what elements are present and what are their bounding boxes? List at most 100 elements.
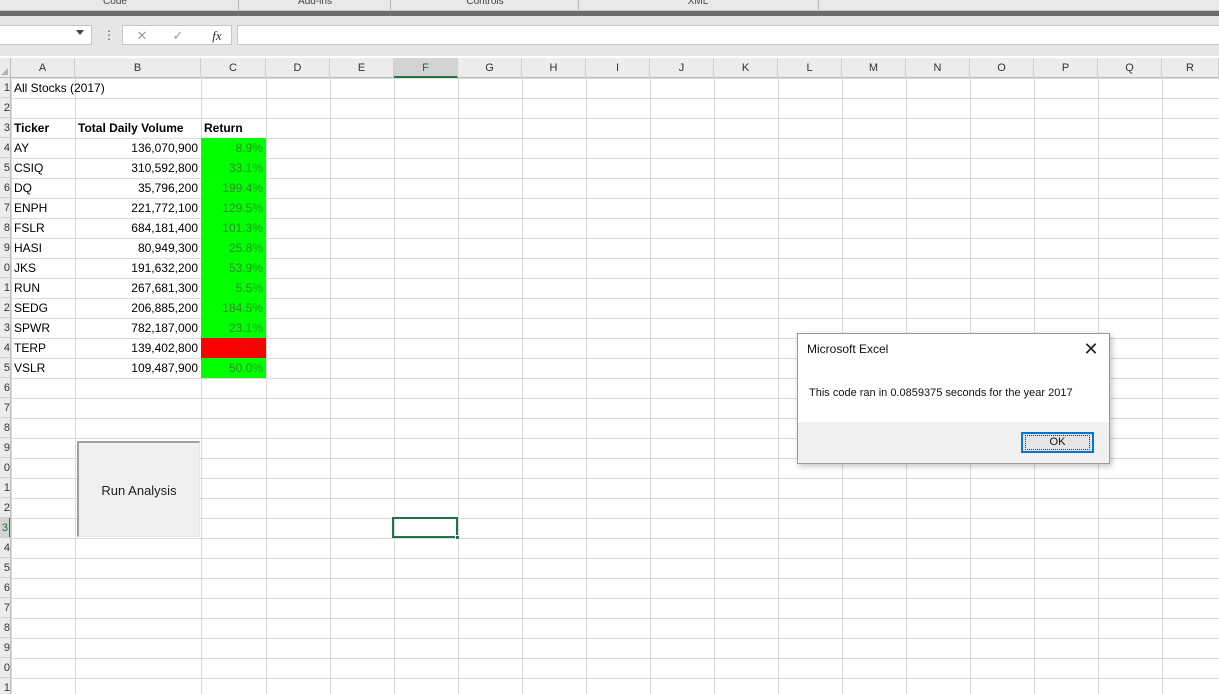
ticker-cell: DQ <box>14 181 32 195</box>
message-dialog: Microsoft Excel ✕ This code ran in 0.085… <box>797 333 1110 464</box>
fill-handle[interactable] <box>455 535 460 540</box>
return-cell-negative: -7.2% <box>201 338 266 358</box>
row-header[interactable]: 2 <box>0 298 10 318</box>
cancel-icon[interactable]: ✕ <box>131 26 153 46</box>
row-header[interactable]: 9 <box>0 438 10 458</box>
row-header[interactable]: 9 <box>0 638 10 658</box>
ticker-cell: CSIQ <box>14 161 44 175</box>
ticker-cell: ENPH <box>14 201 48 215</box>
row-header[interactable]: 6 <box>0 578 10 598</box>
row-header[interactable]: 7 <box>0 198 10 218</box>
column-header-m[interactable]: M <box>842 58 906 78</box>
column-header-r[interactable]: R <box>1162 58 1219 78</box>
row-header[interactable]: 0 <box>0 258 10 278</box>
column-header-b[interactable]: B <box>75 58 201 78</box>
row-header[interactable]: 8 <box>0 618 10 638</box>
row-header[interactable]: 1 <box>0 78 10 98</box>
ribbon-group-controls: Controls <box>466 0 504 7</box>
dialog-message: This code ran in 0.0859375 seconds for t… <box>809 387 1073 399</box>
column-header-j[interactable]: J <box>650 58 714 78</box>
ribbon-group-xml: XML <box>687 0 709 7</box>
return-cell: 101.3% <box>201 218 266 238</box>
row-header[interactable]: 7 <box>0 398 10 418</box>
row-header-column: 1 2 3 4 5 6 7 8 9 0 1 2 3 4 5 6 7 8 9 0 … <box>0 78 11 694</box>
return-cell: 129.5% <box>201 198 266 218</box>
insert-function-icon[interactable]: fx <box>205 26 229 46</box>
row-header[interactable]: 8 <box>0 418 10 438</box>
sheet-title: All Stocks (2017) <box>14 81 105 95</box>
row-header[interactable]: 6 <box>0 178 10 198</box>
ribbon-separator <box>818 0 819 10</box>
row-header[interactable]: 5 <box>0 558 10 578</box>
row-header[interactable]: 1 <box>0 478 10 498</box>
enter-icon[interactable]: ✓ <box>167 26 189 46</box>
row-header[interactable]: 4 <box>0 538 10 558</box>
ok-button[interactable]: OK <box>1021 432 1094 453</box>
row-header[interactable]: 5 <box>0 358 10 378</box>
grid-line <box>266 78 267 694</box>
formula-bar-resize-icon[interactable]: ⋮ <box>103 25 115 45</box>
row-header[interactable]: 3 <box>0 118 10 138</box>
ticker-cell: JKS <box>14 261 37 275</box>
row-header[interactable]: 2 <box>0 498 10 518</box>
grid-line <box>394 78 395 694</box>
row-header[interactable]: 3 <box>0 318 10 338</box>
return-cell: 53.9% <box>201 258 266 278</box>
row-header[interactable]: 1 <box>0 278 10 298</box>
column-header-l[interactable]: L <box>778 58 842 78</box>
select-all-corner[interactable] <box>0 58 11 78</box>
column-header-g[interactable]: G <box>458 58 522 78</box>
column-header-o[interactable]: O <box>970 58 1034 78</box>
volume-cell: 35,796,200 <box>137 181 198 195</box>
column-header-i[interactable]: I <box>586 58 650 78</box>
column-header-c[interactable]: C <box>201 58 266 78</box>
grid-line <box>714 78 715 694</box>
chevron-down-icon[interactable] <box>76 30 84 35</box>
column-header-h[interactable]: H <box>522 58 586 78</box>
ticker-cell: HASI <box>14 241 43 255</box>
volume-cell: 782,187,000 <box>131 321 198 335</box>
row-header[interactable]: 8 <box>0 218 10 238</box>
row-header[interactable]: 4 <box>0 138 10 158</box>
column-header-a[interactable]: A <box>11 58 75 78</box>
ribbon-group-addins: Add-ins <box>298 0 332 7</box>
row-header[interactable]: 7 <box>0 598 10 618</box>
close-icon[interactable]: ✕ <box>1079 337 1103 361</box>
row-header[interactable]: 5 <box>0 158 10 178</box>
dialog-title: Microsoft Excel <box>807 342 889 356</box>
return-cell: 50.0% <box>201 358 266 378</box>
return-cell: 8.9% <box>201 138 266 158</box>
volume-cell: 80,949,300 <box>137 241 198 255</box>
formula-input[interactable] <box>237 25 1219 45</box>
column-header-d[interactable]: D <box>266 58 330 78</box>
dialog-footer: OK <box>798 422 1109 463</box>
row-header[interactable]: 6 <box>0 378 10 398</box>
ticker-cell: SPWR <box>14 321 50 335</box>
row-header[interactable]: 1 <box>0 678 10 694</box>
row-header-selected[interactable]: 3 <box>0 518 10 538</box>
column-header-f[interactable]: F <box>394 58 458 78</box>
row-header[interactable]: 0 <box>0 458 10 478</box>
run-analysis-button[interactable]: Run Analysis <box>77 441 200 537</box>
volume-cell: 310,592,800 <box>131 161 198 175</box>
ticker-cell: RUN <box>14 281 40 295</box>
ribbon-separator <box>390 0 391 10</box>
grid-line <box>778 78 779 694</box>
column-header-p[interactable]: P <box>1034 58 1098 78</box>
column-header-k[interactable]: K <box>714 58 778 78</box>
active-cell[interactable] <box>392 517 460 540</box>
column-header-n[interactable]: N <box>906 58 970 78</box>
ribbon-separator <box>578 0 579 10</box>
column-header-q[interactable]: Q <box>1098 58 1162 78</box>
ticker-cell: VSLR <box>14 361 46 375</box>
select-all-icon <box>1 68 8 75</box>
column-header-e[interactable]: E <box>330 58 394 78</box>
row-header[interactable]: 4 <box>0 338 10 358</box>
return-cell: 199.4% <box>201 178 266 198</box>
volume-cell: 191,632,200 <box>131 261 198 275</box>
row-header[interactable]: 2 <box>0 98 10 118</box>
name-box[interactable] <box>0 25 92 45</box>
ticker-cell: SEDG <box>14 301 49 315</box>
row-header[interactable]: 0 <box>0 658 10 678</box>
row-header[interactable]: 9 <box>0 238 10 258</box>
